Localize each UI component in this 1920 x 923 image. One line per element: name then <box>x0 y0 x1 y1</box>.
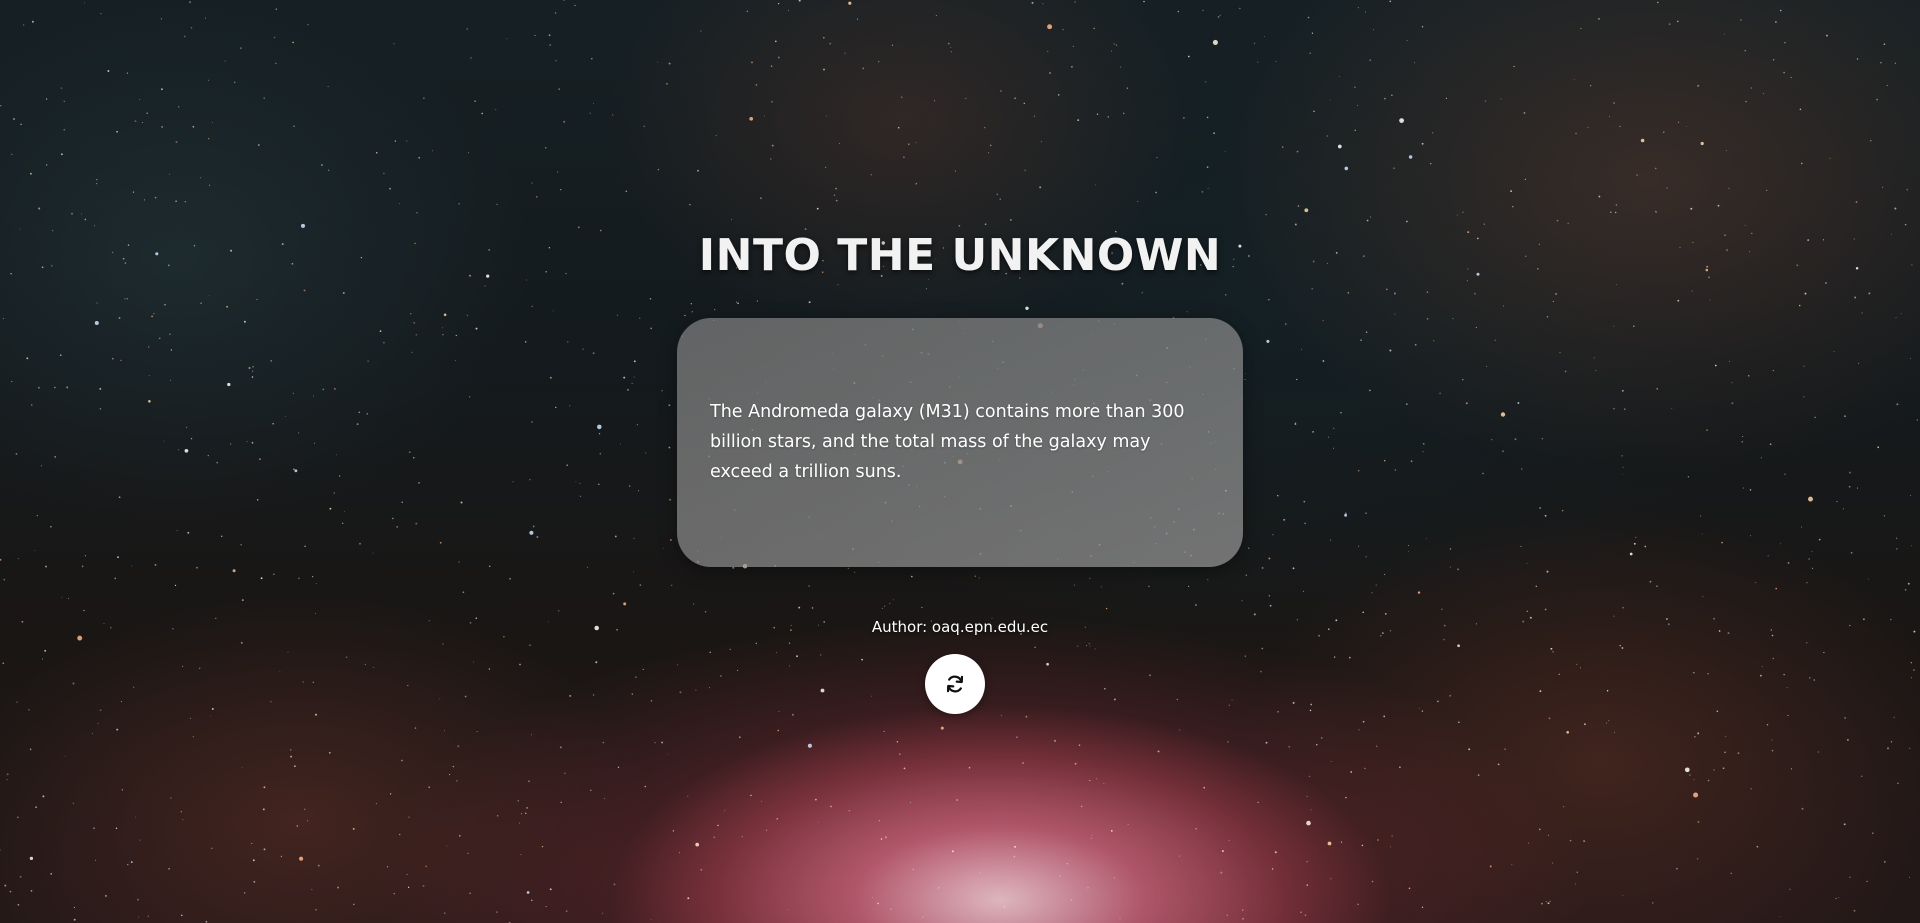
fact-text: The Andromeda galaxy (M31) contains more… <box>710 402 1185 482</box>
page-title: INTO THE UNKNOWN <box>698 230 1222 281</box>
refresh-button[interactable] <box>925 654 985 714</box>
fact-card: The Andromeda galaxy (M31) contains more… <box>677 318 1243 567</box>
author-credit: Author: oaq.epn.edu.ec <box>871 618 1049 636</box>
refresh-icon <box>946 675 964 693</box>
